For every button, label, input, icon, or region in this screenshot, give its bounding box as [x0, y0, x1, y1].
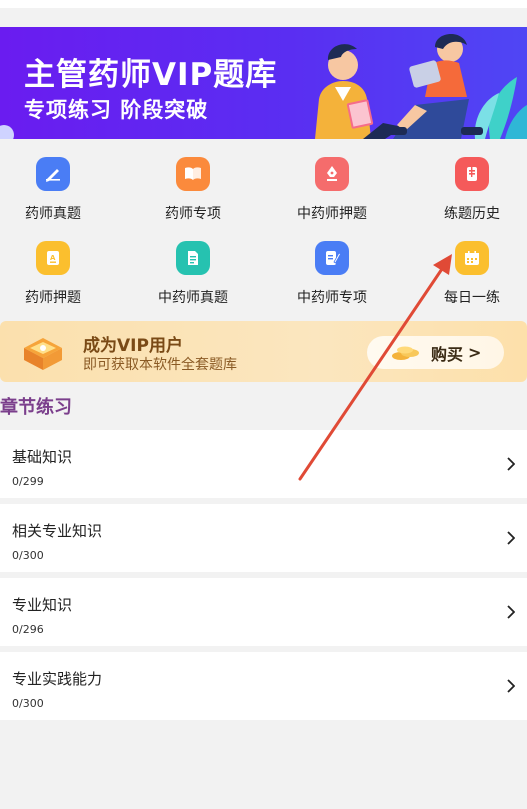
chapter-progress: 0/299 [12, 475, 44, 488]
feature-label: 中药师押题 [297, 206, 367, 222]
feature-pharmacist-predicted[interactable]: A 药师押题 [0, 229, 118, 309]
banner-title: 主管药师VIP题库 [24, 57, 278, 93]
feature-label: 药师押题 [25, 290, 81, 306]
chapter-progress: 0/300 [12, 549, 44, 562]
chapter-name: 专业实践能力 [12, 670, 103, 688]
chevron-right-icon [507, 605, 515, 619]
feature-label: 练题历史 [444, 206, 500, 222]
feature-label: 中药师专项 [297, 290, 367, 306]
coin-stack-icon [392, 346, 419, 360]
section-title: 章节练习 [0, 397, 72, 418]
feature-practice-history[interactable]: 练题历史 [407, 145, 527, 225]
chapter-name: 基础知识 [12, 448, 73, 466]
grade-paper-icon: A [36, 241, 70, 275]
feature-label: 每日一练 [444, 290, 500, 306]
buy-button-label: 购买 [431, 344, 464, 364]
top-bar [0, 0, 527, 8]
vip-title: 成为VIP用户 [83, 336, 183, 356]
vip-description: 即可获取本软件全套题库 [83, 357, 237, 373]
feature-tcm-predicted[interactable]: 中药师押题 [267, 145, 397, 225]
feature-pharmacist-special[interactable]: 药师专项 [128, 145, 258, 225]
buy-button-arrow: > [468, 343, 482, 362]
feature-grid: 药师真题 药师专项 中药师押题 练题历史 A 药师押题 中药师真题 中药师专项 … [0, 145, 527, 315]
chapter-progress: 0/300 [12, 697, 44, 710]
feature-tcm-special[interactable]: 中药师专项 [267, 229, 397, 309]
pencil-note-icon [36, 157, 70, 191]
chapter-item[interactable]: 专业实践能力 0/300 [0, 652, 527, 720]
fountain-pen-icon [315, 157, 349, 191]
open-book-icon [176, 157, 210, 191]
buy-button[interactable]: 购买 > [367, 336, 504, 369]
treasure-chest-icon [24, 338, 62, 370]
edit-document-icon [315, 241, 349, 275]
banner-subtitle: 专项练习 阶段突破 [24, 98, 209, 122]
chevron-right-icon [507, 457, 515, 471]
chapter-item[interactable]: 专业知识 0/296 [0, 578, 527, 646]
chapter-item[interactable]: 相关专业知识 0/300 [0, 504, 527, 572]
chevron-right-icon [507, 531, 515, 545]
feature-tcm-real-exam[interactable]: 中药师真题 [128, 229, 258, 309]
history-card-icon [455, 157, 489, 191]
document-icon [176, 241, 210, 275]
svg-text:A: A [50, 254, 56, 262]
feature-label: 药师专项 [165, 206, 221, 222]
chapter-name: 相关专业知识 [12, 522, 103, 540]
promo-banner[interactable]: 主管药师VIP题库 专项练习 阶段突破 [0, 27, 527, 139]
feature-label: 中药师真题 [158, 290, 228, 306]
feature-pharmacist-real-exam[interactable]: 药师真题 [0, 145, 118, 225]
banner-illustration [315, 33, 527, 139]
feature-label: 药师真题 [25, 206, 81, 222]
chapter-name: 专业知识 [12, 596, 73, 614]
banner-decoration-circle [0, 125, 14, 139]
chevron-right-icon [507, 679, 515, 693]
feature-daily-practice[interactable]: 每日一练 [407, 229, 527, 309]
chapter-progress: 0/296 [12, 623, 44, 636]
vip-promo-bar[interactable]: 成为VIP用户 即可获取本软件全套题库 购买 > [0, 321, 527, 382]
calendar-icon [455, 241, 489, 275]
chapter-item[interactable]: 基础知识 0/299 [0, 430, 527, 498]
